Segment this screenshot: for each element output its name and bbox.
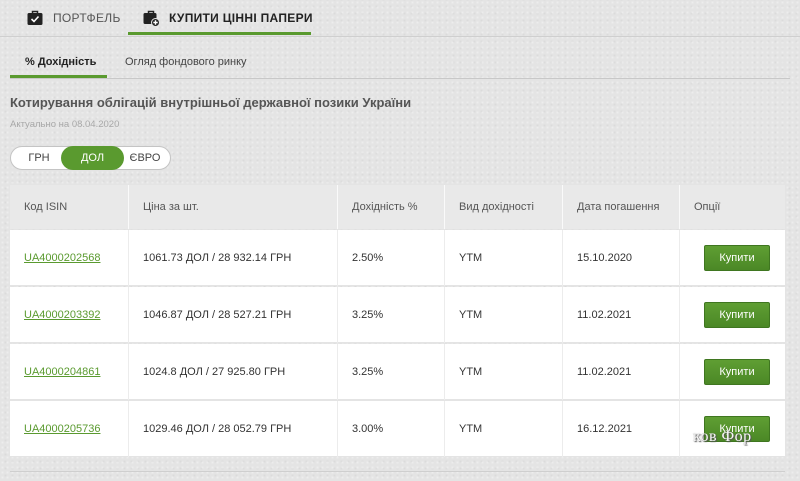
options-cell: Купити (680, 230, 785, 286)
price-cell: 1024.8 ДОЛ / 27 925.80 ГРН (129, 344, 338, 400)
sub-tabs: % Дохідність Огляд фондового ринку (10, 50, 790, 79)
table-row: UA4000203392 1046.87 ДОЛ / 28 527.21 ГРН… (10, 287, 785, 343)
tab-portfolio-label: ПОРТФЕЛЬ (53, 10, 121, 25)
briefcase-check-icon (26, 9, 44, 27)
buy-button[interactable]: Купити (704, 416, 770, 442)
tab-portfolio[interactable]: ПОРТФЕЛЬ (26, 0, 121, 35)
top-tabs: ПОРТФЕЛЬ КУПИТИ ЦІННІ ПАПЕРИ (0, 0, 800, 37)
yield-cell: 2.50% (338, 230, 445, 286)
active-tab-indicator (128, 32, 311, 35)
tab-buy-securities-label: КУПИТИ ЦІННІ ПАПЕРИ (169, 10, 313, 25)
isin-cell: UA4000205736 (10, 401, 129, 457)
table-row: UA4000202568 1061.73 ДОЛ / 28 932.14 ГРН… (10, 230, 785, 286)
isin-cell: UA4000204861 (10, 344, 129, 400)
page-title: Котирування облігацій внутрішньої держав… (10, 95, 412, 110)
table-row: UA4000204861 1024.8 ДОЛ / 27 925.80 ГРН … (10, 344, 785, 400)
isin-link[interactable]: UA4000205736 (24, 423, 100, 435)
header-price: Ціна за шт. (129, 185, 338, 229)
maturity-cell: 11.02.2021 (563, 287, 680, 343)
subtab-market-overview[interactable]: Огляд фондового ринку (125, 56, 247, 68)
maturity-cell: 11.02.2021 (563, 344, 680, 400)
actual-date: Актуально на 08.04.2020 (10, 119, 120, 130)
options-cell: Купити (680, 344, 785, 400)
currency-toggle: ГРН ЄВРО ДОЛ (10, 146, 171, 170)
buy-button[interactable]: Купити (704, 245, 770, 271)
options-cell: Купити (680, 287, 785, 343)
bottom-divider (10, 471, 785, 472)
yield-cell: 3.00% (338, 401, 445, 457)
header-yield-type: Вид дохідності (445, 185, 563, 229)
table-header: Код ISIN Ціна за шт. Дохідність % Вид до… (10, 185, 785, 229)
yield-type-cell: YTM (445, 287, 563, 343)
active-subtab-indicator (10, 75, 107, 78)
buy-button[interactable]: Купити (704, 302, 770, 328)
briefcase-plus-icon (142, 9, 160, 27)
yield-cell: 3.25% (338, 344, 445, 400)
currency-eur-option[interactable]: ЄВРО (119, 146, 171, 170)
header-options: Опції (694, 201, 721, 213)
yield-type-cell: YTM (445, 230, 563, 286)
price-cell: 1046.87 ДОЛ / 28 527.21 ГРН (129, 287, 338, 343)
yield-cell: 3.25% (338, 287, 445, 343)
header-maturity: Дата погашення (563, 185, 680, 229)
isin-link[interactable]: UA4000204861 (24, 366, 100, 378)
table-row: UA4000205736 1029.46 ДОЛ / 28 052.79 ГРН… (10, 401, 785, 457)
yield-type-cell: YTM (445, 401, 563, 457)
isin-cell: UA4000202568 (10, 230, 129, 286)
currency-usd-option[interactable]: ДОЛ (61, 146, 124, 170)
price-cell: 1061.73 ДОЛ / 28 932.14 ГРН (129, 230, 338, 286)
options-cell: Купити (680, 401, 785, 457)
price-cell: 1029.46 ДОЛ / 28 052.79 ГРН (129, 401, 338, 457)
isin-cell: UA4000203392 (10, 287, 129, 343)
maturity-cell: 15.10.2020 (563, 230, 680, 286)
maturity-cell: 16.12.2021 (563, 401, 680, 457)
currency-uah-option[interactable]: ГРН (14, 146, 64, 170)
buy-button[interactable]: Купити (704, 359, 770, 385)
isin-link[interactable]: UA4000202568 (24, 252, 100, 264)
tab-buy-securities[interactable]: КУПИТИ ЦІННІ ПАПЕРИ (142, 0, 313, 35)
subtab-yield[interactable]: % Дохідність (25, 56, 96, 68)
header-isin: Код ISIN (10, 185, 129, 229)
header-yield: Дохідність % (338, 185, 445, 229)
isin-link[interactable]: UA4000203392 (24, 309, 100, 321)
yield-type-cell: YTM (445, 344, 563, 400)
